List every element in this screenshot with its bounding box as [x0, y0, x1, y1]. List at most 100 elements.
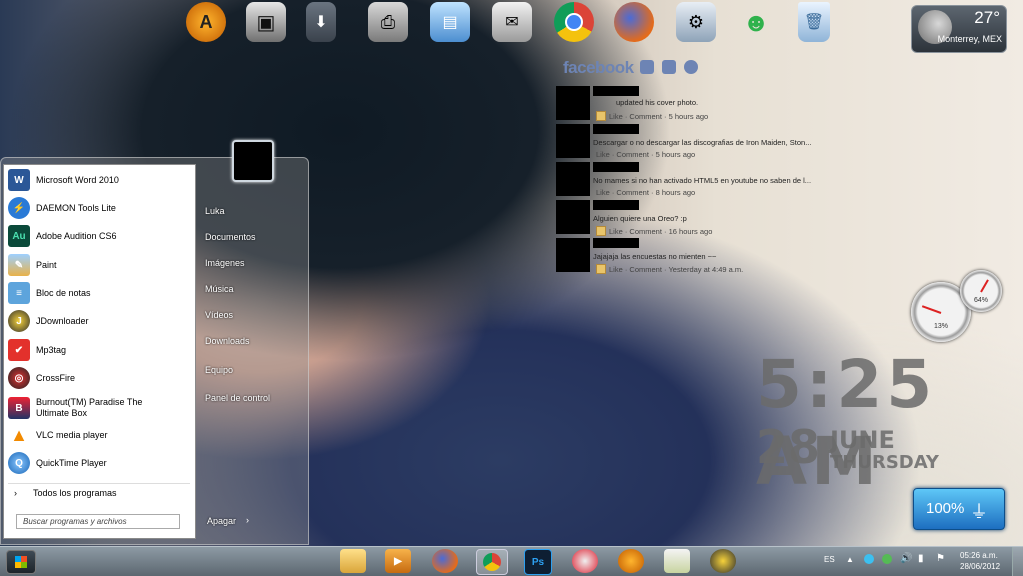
place-videos[interactable]: Vídeos — [205, 310, 233, 320]
program-item[interactable]: J JDownloader — [8, 308, 190, 334]
feed-item[interactable]: updated his cover photo. Like · Comment … — [556, 86, 816, 122]
printer-icon[interactable]: ⎙ — [368, 2, 408, 42]
program-label: VLC media player — [36, 430, 108, 440]
photoshop-icon[interactable]: Ps — [524, 549, 552, 575]
place-documents[interactable]: Documentos — [205, 232, 256, 242]
network-icon[interactable] — [864, 554, 874, 564]
chrome-logo — [483, 553, 501, 571]
tray-app-icon[interactable] — [882, 554, 892, 564]
feed-meta-text[interactable]: Like · Comment · 5 hours ago — [596, 150, 695, 159]
show-hidden-icons-icon[interactable]: ▲ — [846, 555, 854, 564]
photo-viewer-icon[interactable]: ▤ — [430, 2, 470, 42]
shutdown-button[interactable]: Apagar — [207, 516, 236, 526]
media-center-icon[interactable]: ▣ — [246, 2, 286, 42]
chevron-right-icon[interactable]: › — [246, 515, 249, 525]
cpu-needle — [921, 305, 942, 314]
weather-gadget[interactable]: 27° Monterrey, MEX — [911, 5, 1007, 53]
place-pictures[interactable]: Imágenes — [205, 258, 245, 268]
daemon-tools-icon: ⚡ — [8, 197, 30, 219]
language-indicator[interactable]: ES — [824, 555, 835, 564]
chrome-icon[interactable] — [476, 549, 508, 575]
program-item[interactable]: Q QuickTime Player — [8, 450, 190, 476]
redacted-name — [593, 86, 639, 96]
feed-item[interactable]: Alguien quiere una Oreo? :p Like · Comme… — [556, 200, 816, 236]
place-control-panel[interactable]: Panel de control — [205, 393, 270, 403]
plug-icon: ⏚ — [970, 502, 988, 522]
explorer-icon[interactable] — [340, 549, 366, 573]
action-center-icon[interactable]: ⚑ — [936, 553, 945, 564]
place-user[interactable]: Luka — [205, 206, 225, 216]
feed-item[interactable]: Jajajaja las encuestas no mienten ~~ Lik… — [556, 238, 816, 274]
start-button[interactable] — [6, 550, 36, 574]
program-item[interactable]: ✔ Mp3tag — [8, 337, 190, 363]
messenger-icon[interactable]: ☻ — [736, 2, 776, 42]
messages-icon[interactable] — [662, 60, 676, 74]
avatar[interactable] — [556, 124, 590, 158]
program-label: Paint — [36, 260, 57, 270]
program-item[interactable]: ⚡ DAEMON Tools Lite — [8, 195, 190, 221]
power-icon[interactable]: ▮ — [918, 553, 924, 564]
feed-text: Jajajaja las encuestas no mienten ~~ — [593, 252, 717, 261]
top-dock: A ▣ ⬇ ⎙ ▤ ✉ ⚙ ☻ 🗑 — [180, 0, 840, 46]
story-icon — [596, 226, 606, 236]
control-panel-icon[interactable]: ⚙ — [676, 2, 716, 42]
program-item[interactable]: Au Adobe Audition CS6 — [8, 223, 190, 249]
feed-meta-text[interactable]: Like · Comment · 5 hours ago — [609, 112, 708, 121]
feed-text: updated his cover photo. — [616, 98, 699, 107]
facebook-logo[interactable]: facebook — [563, 58, 634, 78]
feed-meta-text[interactable]: Like · Comment · 8 hours ago — [596, 188, 695, 197]
battery-gadget[interactable]: 100% ⏚ — [913, 488, 1005, 530]
jdownloader-icon[interactable] — [710, 549, 736, 573]
program-item[interactable]: ▲ VLC media player — [8, 422, 190, 448]
battery-percent: 100% — [926, 500, 965, 517]
recycle-bin-icon[interactable]: 🗑 — [798, 2, 830, 42]
downloads-icon[interactable]: ⬇ — [306, 2, 336, 42]
program-item[interactable]: B Burnout(TM) Paradise The Ultimate Box — [8, 393, 190, 423]
program-item[interactable]: W Microsoft Word 2010 — [8, 167, 190, 193]
program-label: Burnout(TM) Paradise The Ultimate Box — [36, 397, 143, 418]
all-programs-button[interactable]: › Todos los programas — [8, 483, 190, 502]
feed-item[interactable]: No mames si no han activado HTML5 en you… — [556, 162, 816, 198]
notepad-icon: ≡ — [8, 282, 30, 304]
program-item[interactable]: ✎ Paint — [8, 252, 190, 278]
clock-time-tray[interactable]: 05:26 a.m. — [960, 551, 998, 560]
globe-icon[interactable] — [684, 60, 698, 74]
firefox-icon[interactable] — [614, 2, 654, 42]
all-programs-label: Todos los programas — [33, 488, 117, 498]
word-icon: W — [8, 169, 30, 191]
volume-icon[interactable]: 🔊 — [900, 553, 912, 564]
friends-icon[interactable] — [640, 60, 654, 74]
program-item[interactable]: ≡ Bloc de notas — [8, 280, 190, 306]
media-player-icon[interactable]: ▶ — [385, 549, 411, 573]
place-music[interactable]: Música — [205, 284, 234, 294]
avatar[interactable] — [556, 238, 590, 272]
ccleaner-icon[interactable] — [572, 549, 598, 573]
aimp-icon[interactable] — [618, 549, 644, 573]
place-downloads[interactable]: Downloads — [205, 336, 250, 346]
program-item[interactable]: ◎ CrossFire — [8, 365, 190, 391]
clock-weekday: THURSDAY — [830, 452, 939, 473]
feed-meta-text[interactable]: Like · Comment · 16 hours ago — [609, 227, 712, 236]
aimp-icon[interactable]: A — [186, 2, 226, 42]
firefox-icon[interactable] — [432, 549, 458, 573]
clock-date-tray[interactable]: 28/06/2012 — [960, 562, 1000, 571]
feed-meta: Like · Comment · 8 hours ago — [596, 188, 695, 197]
notepad-icon[interactable] — [664, 549, 690, 573]
user-picture[interactable] — [232, 140, 274, 182]
avatar[interactable] — [556, 200, 590, 234]
avatar[interactable] — [556, 162, 590, 196]
feed-meta-text[interactable]: Like · Comment · Yesterday at 4:49 a.m. — [609, 265, 743, 274]
feed-item[interactable]: Descargar o no descargar las discografia… — [556, 124, 816, 160]
weather-city: Monterrey, MEX — [937, 34, 1002, 44]
memory-gauge[interactable]: 64% — [960, 270, 1002, 312]
burnout-icon: B — [8, 397, 30, 419]
show-desktop-button[interactable] — [1012, 547, 1023, 576]
mail-icon[interactable]: ✉ — [492, 2, 532, 42]
program-label: Mp3tag — [36, 345, 67, 355]
audition-icon: Au — [8, 225, 30, 247]
chrome-icon[interactable] — [554, 2, 594, 42]
search-input[interactable]: Buscar programas y archivos — [16, 514, 180, 529]
place-computer[interactable]: Equipo — [205, 365, 233, 375]
avatar[interactable] — [556, 86, 590, 120]
program-label: CrossFire — [36, 373, 76, 383]
